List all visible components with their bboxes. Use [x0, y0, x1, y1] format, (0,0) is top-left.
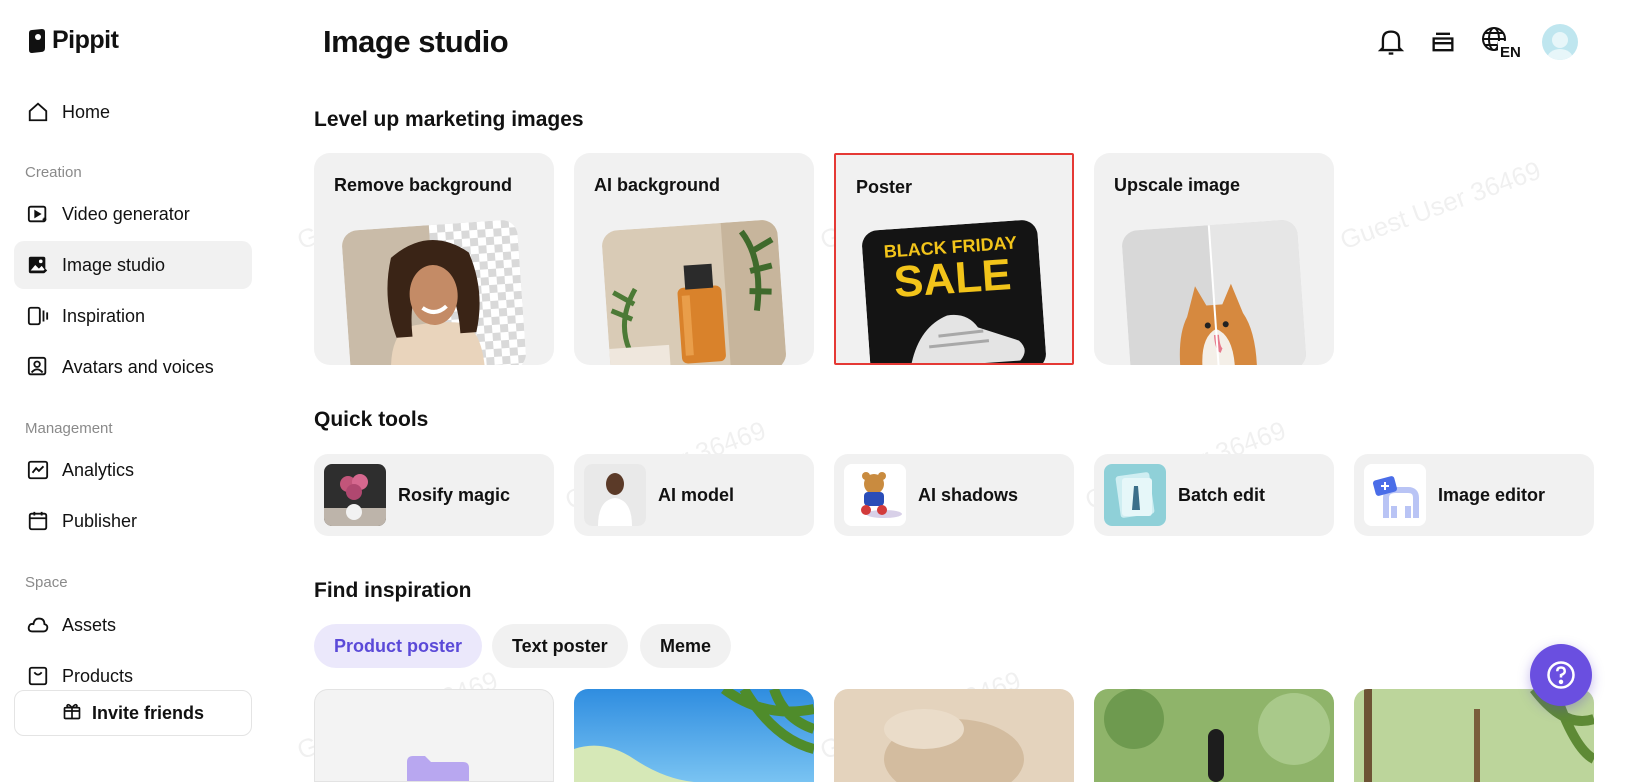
- section-title-marketing: Level up marketing images: [314, 108, 584, 131]
- feature-card-upscale-image[interactable]: Upscale image: [1094, 153, 1334, 365]
- help-button[interactable]: [1530, 644, 1592, 706]
- sidebar-item-label: Analytics: [62, 459, 135, 480]
- sidebar-item-inspiration[interactable]: Inspiration: [14, 292, 252, 340]
- nav-section-creation: Creation: [25, 164, 82, 181]
- inspiration-card[interactable]: [834, 689, 1074, 782]
- feature-card-ai-background[interactable]: AI background: [574, 153, 814, 365]
- invite-friends-button[interactable]: Invite friends: [14, 690, 252, 736]
- analytics-icon: [26, 458, 50, 482]
- sidebar-item-label: Publisher: [62, 510, 138, 531]
- sidebar-item-assets[interactable]: Assets: [14, 601, 252, 649]
- video-play-icon: [26, 202, 50, 226]
- sidebar-item-publisher[interactable]: Publisher: [14, 497, 252, 545]
- feature-card-label: Remove background: [334, 175, 513, 195]
- tool-ai-shadows[interactable]: AI shadows: [834, 454, 1074, 536]
- nav-section-space: Space: [25, 574, 68, 591]
- app-name: Pippit: [52, 26, 119, 54]
- language-code: EN: [1500, 44, 1520, 59]
- tool-label: AI shadows: [918, 484, 1019, 505]
- rosify-magic-thumbnail: [324, 464, 386, 526]
- top-toolbar: EN: [1376, 22, 1578, 62]
- sidebar-item-analytics[interactable]: Analytics: [14, 446, 252, 494]
- sidebar-item-label: Video generator: [62, 203, 190, 224]
- user-avatar[interactable]: [1542, 24, 1578, 60]
- poster-thumbnail: BLACK FRIDAY SALE: [860, 219, 1048, 363]
- image-sparkle-icon: [26, 253, 50, 277]
- tool-image-editor[interactable]: Image editor: [1354, 454, 1594, 536]
- ai-shadows-thumbnail: [844, 464, 906, 526]
- remove-background-thumbnail: [340, 219, 528, 365]
- sidebar-item-label: Avatars and voices: [62, 356, 214, 377]
- batch-edit-thumbnail: [1104, 464, 1166, 526]
- inspiration-thumbnail: [1094, 689, 1334, 782]
- upscale-image-thumbnail: [1120, 219, 1308, 365]
- page-title: Image studio: [323, 24, 509, 59]
- sidebar-item-label: Image studio: [62, 254, 166, 275]
- ai-background-thumbnail: [600, 219, 788, 365]
- product-icon: [26, 664, 50, 688]
- tool-batch-edit[interactable]: Batch edit: [1094, 454, 1334, 536]
- inspiration-card-upload[interactable]: [314, 689, 554, 782]
- cloud-icon: [26, 613, 50, 637]
- feature-card-label: AI background: [594, 175, 721, 195]
- nav-section-management: Management: [25, 420, 113, 437]
- sidebar-item-label: Inspiration: [62, 305, 146, 326]
- sidebar-item-label: Products: [62, 665, 134, 686]
- invite-friends-label: Invite friends: [91, 702, 205, 723]
- chip-text-poster[interactable]: Text poster: [492, 624, 628, 668]
- tool-ai-model[interactable]: AI model: [574, 454, 814, 536]
- home-icon: [26, 100, 50, 124]
- question-icon: [1547, 661, 1575, 689]
- feature-card-label: Upscale image: [1114, 175, 1241, 195]
- app-logo[interactable]: Pippit: [26, 26, 119, 55]
- sidebar-item-home[interactable]: Home: [14, 88, 252, 136]
- sidebar-item-avatars-and-voices[interactable]: Avatars and voices: [14, 343, 252, 391]
- inspiration-card[interactable]: [574, 689, 814, 782]
- credits-stack-icon[interactable]: [1428, 22, 1458, 62]
- chip-product-poster[interactable]: Product poster: [314, 624, 483, 668]
- sidebar-item-label: Home: [62, 101, 111, 122]
- tool-label: Image editor: [1438, 484, 1546, 505]
- tool-label: AI model: [658, 484, 735, 505]
- watermark: Guest User 36469: [1336, 154, 1545, 256]
- avatar-icon: [26, 355, 50, 379]
- sidebar-item-label: Assets: [62, 614, 117, 635]
- folder-icon: [407, 756, 469, 781]
- inspiration-thumbnail: [834, 689, 1074, 782]
- section-title-quick-tools: Quick tools: [314, 408, 429, 431]
- inspiration-card[interactable]: [1094, 689, 1334, 782]
- calendar-icon: [26, 509, 50, 533]
- image-editor-thumbnail: [1364, 464, 1426, 526]
- sidebar: Pippit Home Creation Video generator Ima…: [0, 0, 262, 782]
- sidebar-item-video-generator[interactable]: Video generator: [14, 190, 252, 238]
- inspiration-thumbnail: [574, 689, 814, 782]
- notification-bell-icon[interactable]: [1376, 22, 1406, 62]
- gift-icon: [62, 701, 82, 726]
- tool-label: Rosify magic: [398, 484, 511, 505]
- sidebar-item-image-studio[interactable]: Image studio: [14, 241, 252, 289]
- section-title-find-inspiration: Find inspiration: [314, 579, 472, 602]
- pippit-logo-icon: [29, 28, 45, 53]
- ai-model-thumbnail: [584, 464, 646, 526]
- feature-card-label: Poster: [856, 177, 913, 197]
- chip-meme[interactable]: Meme: [640, 624, 732, 668]
- tool-rosify-magic[interactable]: Rosify magic: [314, 454, 554, 536]
- poster-line2: SALE: [892, 250, 1012, 307]
- feature-card-remove-background[interactable]: Remove background: [314, 153, 554, 365]
- language-globe-icon[interactable]: EN: [1480, 22, 1520, 62]
- feature-card-poster[interactable]: Poster BLACK FRIDAY SALE: [834, 153, 1074, 365]
- inspiration-icon: [26, 304, 50, 328]
- tool-label: Batch edit: [1178, 484, 1266, 505]
